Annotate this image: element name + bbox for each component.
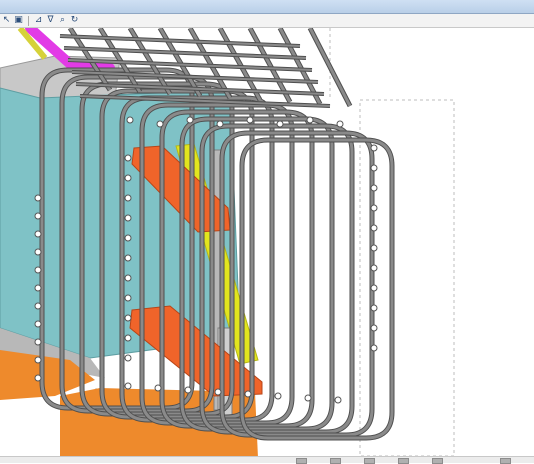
settings-icon[interactable] — [500, 458, 511, 464]
select-window-icon[interactable]: ▣ — [13, 15, 24, 26]
measure-icon[interactable]: ⊿ — [33, 15, 44, 26]
layout-icon[interactable] — [296, 458, 307, 464]
rebar-cage-scene — [0, 28, 455, 458]
rebar-end — [370, 184, 378, 192]
rebar-end — [124, 174, 132, 182]
rebar-end — [306, 116, 314, 124]
rebar-end — [370, 204, 378, 212]
grid-icon[interactable] — [364, 458, 375, 464]
rebar-end — [124, 314, 132, 322]
rebar-end — [124, 214, 132, 222]
rebar-end — [216, 120, 224, 128]
rebar-end — [370, 284, 378, 292]
filter-icon[interactable]: ∇ — [45, 15, 56, 26]
rebar-end — [126, 116, 134, 124]
view-toolbar: ↖ ▣ ⊿ ∇ ⌕ ↻ — [0, 14, 534, 28]
rebar-end — [124, 194, 132, 202]
rebar-end — [34, 338, 42, 346]
rebar-end — [124, 354, 132, 362]
pointer-tool-icon[interactable]: ↖ — [1, 15, 12, 26]
rebar-end — [124, 254, 132, 262]
rebar-end — [186, 116, 194, 124]
rebar-end — [34, 212, 42, 220]
rebar-end — [370, 324, 378, 332]
snap-icon[interactable] — [330, 458, 341, 464]
view-icon[interactable] — [432, 458, 443, 464]
rebar-end — [370, 304, 378, 312]
rebar-end — [124, 154, 132, 162]
rebar-end — [370, 144, 378, 152]
toolbar-divider — [28, 15, 29, 26]
rebar — [59, 35, 301, 47]
rebar-end — [154, 384, 162, 392]
rebar-end — [244, 390, 252, 398]
rebar-end — [214, 388, 222, 396]
rebar-end — [370, 244, 378, 252]
rebar-end — [274, 392, 282, 400]
ortho-icon[interactable] — [398, 458, 409, 464]
rebar-end — [34, 248, 42, 256]
rebar-end — [370, 224, 378, 232]
rebar-end — [34, 374, 42, 382]
rebar-end — [124, 274, 132, 282]
rebar-end — [370, 344, 378, 352]
rebar-end — [34, 230, 42, 238]
rebar-end — [34, 302, 42, 310]
rebar-end — [334, 396, 342, 404]
rebar-end — [34, 320, 42, 328]
rebar-end — [370, 264, 378, 272]
rebar-end — [124, 294, 132, 302]
zoom-icon[interactable]: ⌕ — [57, 15, 68, 26]
rebar-end — [34, 284, 42, 292]
title-bar — [0, 0, 534, 14]
rebar-end — [184, 386, 192, 394]
rotate-view-icon[interactable]: ↻ — [69, 15, 80, 26]
rebar-end — [124, 234, 132, 242]
rebar-end — [124, 334, 132, 342]
3d-model-viewport[interactable] — [0, 28, 534, 458]
rebar-end — [34, 356, 42, 364]
rebar — [63, 47, 307, 59]
rebar-end — [336, 120, 344, 128]
rebar-end — [124, 382, 132, 390]
rebar-end — [304, 394, 312, 402]
rebar-end — [370, 164, 378, 172]
rebar-end — [276, 120, 284, 128]
rebar-end — [156, 120, 164, 128]
rebar-end — [34, 266, 42, 274]
rebar-end — [246, 116, 254, 124]
rebar-end — [34, 194, 42, 202]
